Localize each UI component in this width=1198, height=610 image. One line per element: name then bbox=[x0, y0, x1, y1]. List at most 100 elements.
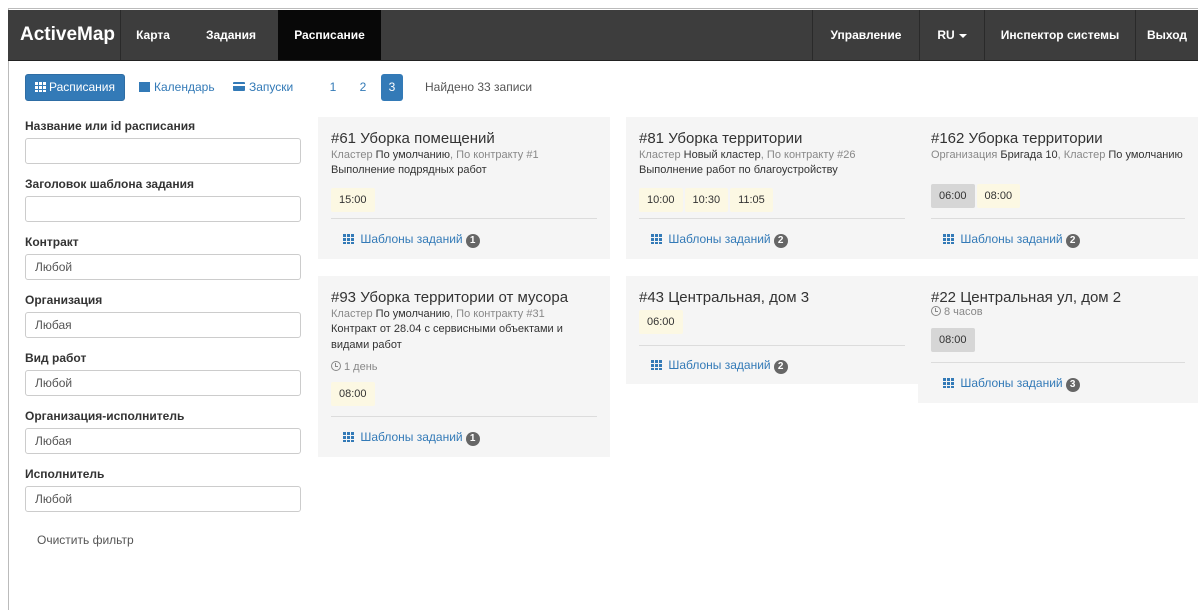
schedules-view-button[interactable]: Расписания bbox=[25, 74, 125, 101]
grid-icon bbox=[651, 360, 662, 370]
card-title[interactable]: #81 Уборка территории bbox=[639, 130, 802, 147]
filter-label-organization: Организация bbox=[25, 293, 103, 307]
card-title[interactable]: #43 Центральная, дом 3 bbox=[639, 289, 809, 306]
grid-icon bbox=[943, 378, 954, 388]
card-meta: Кластер По умолчанию, По контракту #31 bbox=[331, 308, 545, 320]
time-list: 06:00 bbox=[639, 310, 683, 334]
filter-label-contract: Контракт bbox=[25, 235, 79, 249]
runs-view-link[interactable]: Запуски bbox=[233, 74, 293, 101]
nav-language[interactable]: RU bbox=[920, 10, 984, 60]
card-description: Контракт от 28.04 с сервисными объектами… bbox=[331, 323, 563, 351]
divider bbox=[639, 345, 905, 346]
time-chip: 11:05 bbox=[730, 188, 773, 212]
count-badge: 2 bbox=[773, 234, 788, 248]
schedule-card: #22 Центральная ул, дом 2 8 часов 08:00 … bbox=[918, 276, 1198, 403]
nav-tasks[interactable]: Задания bbox=[191, 10, 271, 60]
chevron-down-icon bbox=[958, 33, 967, 38]
page-2[interactable]: 2 bbox=[350, 74, 376, 101]
time-list: 08:00 bbox=[331, 382, 375, 406]
filter-organization-select[interactable]: Любая bbox=[25, 312, 301, 338]
card-description: Выполнение работ по благоустройству bbox=[639, 164, 838, 176]
runs-view-label: Запуски bbox=[249, 80, 294, 94]
grid-icon bbox=[651, 234, 662, 244]
schedule-card: #93 Уборка территории от мусора Кластер … bbox=[318, 276, 610, 457]
task-templates-link[interactable]: Шаблоны заданий 1 bbox=[343, 430, 480, 446]
task-templates-link[interactable]: Шаблоны заданий 2 bbox=[943, 232, 1080, 248]
brand-logo[interactable]: ActiveMap bbox=[20, 10, 115, 60]
schedule-card: #81 Уборка территории Кластер Новый клас… bbox=[626, 117, 918, 259]
filter-label-name-id: Название или id расписания bbox=[25, 119, 196, 133]
credit-card-icon bbox=[233, 82, 245, 91]
count-badge: 2 bbox=[1065, 234, 1080, 248]
task-templates-link[interactable]: Шаблоны заданий 2 bbox=[651, 232, 788, 248]
time-chip: 10:00 bbox=[639, 188, 683, 212]
grid-icon bbox=[35, 82, 46, 92]
time-chip: 06:00 bbox=[639, 310, 683, 334]
divider bbox=[331, 218, 597, 219]
time-chip: 08:00 bbox=[976, 184, 1021, 208]
schedule-card: #162 Уборка территории Организация Брига… bbox=[918, 117, 1198, 259]
filter-name-id-input[interactable] bbox=[25, 138, 301, 164]
card-title[interactable]: #93 Уборка территории от мусора bbox=[331, 289, 568, 306]
nav-system-inspector[interactable]: Инспектор системы bbox=[985, 10, 1135, 60]
time-chip: 06:00 bbox=[931, 184, 975, 208]
page-3[interactable]: 3 bbox=[381, 74, 403, 101]
task-templates-link[interactable]: Шаблоны заданий 3 bbox=[943, 376, 1080, 392]
filter-executor-org-select[interactable]: Любая bbox=[25, 428, 301, 454]
task-templates-link[interactable]: Шаблоны заданий 2 bbox=[651, 358, 788, 374]
card-title[interactable]: #22 Центральная ул, дом 2 bbox=[931, 289, 1121, 306]
grid-icon bbox=[943, 234, 954, 244]
schedule-card: #61 Уборка помещений Кластер По умолчани… bbox=[318, 117, 610, 259]
schedules-view-label: Расписания bbox=[49, 80, 115, 94]
count-badge: 2 bbox=[773, 360, 788, 374]
count-badge: 1 bbox=[465, 432, 480, 446]
filter-executor-select[interactable]: Любой bbox=[25, 486, 301, 512]
top-navbar: ActiveMap Карта Задания Расписание Управ… bbox=[8, 10, 1198, 61]
task-templates-link[interactable]: Шаблоны заданий 1 bbox=[343, 232, 480, 248]
divider bbox=[931, 218, 1185, 219]
card-meta: Кластер Новый кластер, По контракту #26 bbox=[639, 149, 856, 161]
count-badge: 1 bbox=[465, 234, 480, 248]
divider bbox=[931, 362, 1185, 363]
card-duration: 8 часов bbox=[931, 306, 983, 318]
time-chip: 10:30 bbox=[684, 188, 729, 212]
grid-icon bbox=[343, 432, 354, 442]
clock-icon bbox=[931, 306, 941, 316]
divider bbox=[331, 416, 597, 417]
time-list: 10:00 10:30 11:05 bbox=[639, 188, 773, 212]
filter-label-executor-org: Организация-исполнитель bbox=[25, 409, 185, 423]
card-title[interactable]: #162 Уборка территории bbox=[931, 130, 1103, 147]
nav-map[interactable]: Карта bbox=[123, 10, 183, 60]
time-list: 08:00 bbox=[931, 328, 975, 352]
time-list: 15:00 bbox=[331, 188, 375, 212]
calendar-view-label: Календарь bbox=[154, 80, 215, 94]
nav-logout[interactable]: Выход bbox=[1136, 10, 1198, 60]
clear-filter-link[interactable]: Очистить фильтр bbox=[37, 533, 134, 547]
language-label: RU bbox=[937, 28, 955, 42]
nav-schedule[interactable]: Расписание bbox=[278, 10, 381, 60]
card-meta: Организация Бригада 10, Кластер По умолч… bbox=[931, 149, 1183, 161]
filter-contract-select[interactable]: Любой bbox=[25, 254, 301, 280]
filter-label-work-type: Вид работ bbox=[25, 351, 87, 365]
time-list: 06:00 08:00 bbox=[931, 184, 1021, 208]
page-1[interactable]: 1 bbox=[320, 74, 346, 101]
time-chip: 08:00 bbox=[931, 328, 975, 352]
card-description: Выполнение подрядных работ bbox=[331, 164, 487, 176]
calendar-icon bbox=[139, 82, 150, 92]
calendar-view-link[interactable]: Календарь bbox=[139, 74, 215, 101]
schedule-card: #43 Центральная, дом 3 06:00 Шаблоны зад… bbox=[626, 276, 918, 384]
card-duration: 1 день bbox=[331, 361, 378, 373]
divider bbox=[639, 218, 905, 219]
card-title[interactable]: #61 Уборка помещений bbox=[331, 130, 495, 147]
grid-icon bbox=[343, 234, 354, 244]
filter-label-template-title: Заголовок шаблона задания bbox=[25, 177, 194, 191]
filter-work-type-select[interactable]: Любой bbox=[25, 370, 301, 396]
count-badge: 3 bbox=[1065, 378, 1080, 392]
filter-label-executor: Исполнитель bbox=[25, 467, 105, 481]
nav-management[interactable]: Управление bbox=[813, 10, 919, 60]
filter-template-title-input[interactable] bbox=[25, 196, 301, 222]
time-chip: 15:00 bbox=[331, 188, 375, 212]
card-meta: Кластер По умолчанию, По контракту #1 bbox=[331, 149, 539, 161]
time-chip: 08:00 bbox=[331, 382, 375, 406]
found-count: Найдено 33 записи bbox=[425, 80, 533, 94]
